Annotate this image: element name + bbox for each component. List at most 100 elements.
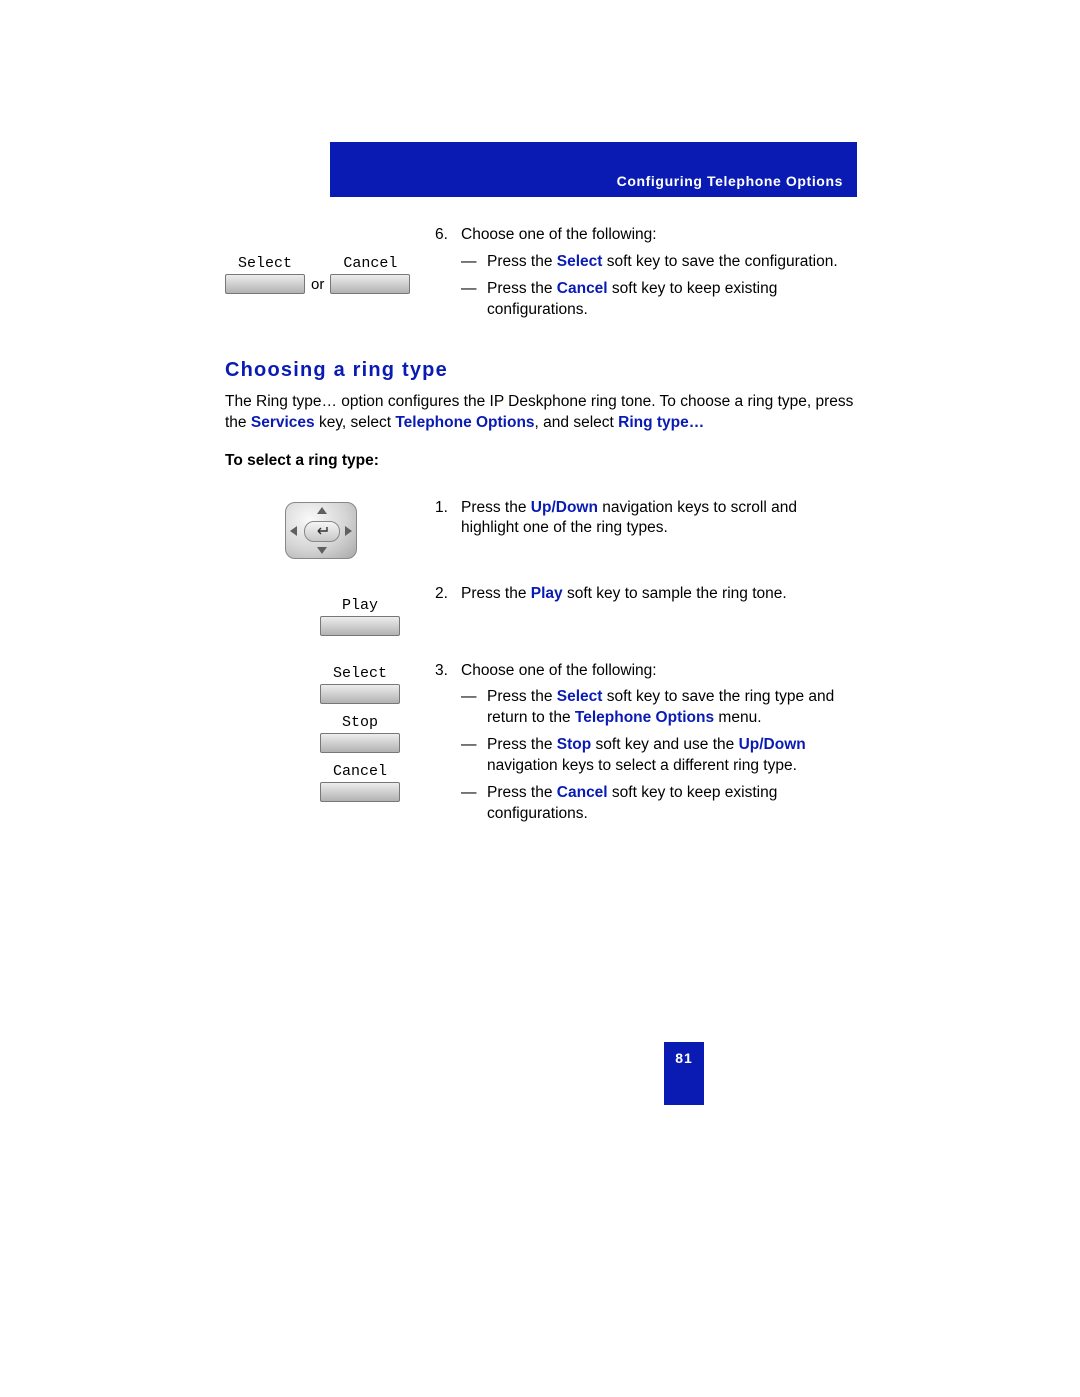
dash: — [461,279,487,321]
step-line: 2. Press the Play soft key to sample the… [435,584,857,605]
section-paragraph: The Ring type… option configures the IP … [225,392,857,434]
softkey-button-icon [320,616,400,636]
text: , and select [535,414,619,431]
softkey-stop: Stop [320,714,400,753]
step-number: 3. [435,661,461,829]
step-number: 2. [435,584,461,605]
text: menu. [714,709,761,726]
text: key, select [315,414,396,431]
sub-item: — Press the Select soft key to save the … [461,687,857,729]
enter-key-icon [304,521,340,542]
step-body: Choose one of the following: — Press the… [461,225,857,325]
page-number: 81 [664,1042,704,1105]
softkey-select: Select [320,665,400,704]
content-area: Select or Cancel 6. Choose one of the fo… [225,225,857,858]
text-column: 6. Choose one of the following: — Press … [435,225,857,329]
navigation-pad-icon [285,502,357,559]
key-stop: Stop [557,736,591,753]
key-cancel: Cancel [557,280,608,297]
sub-body: Press the Cancel soft key to keep existi… [487,783,857,825]
key-select: Select [557,688,603,705]
sub-item: — Press the Select soft key to save the … [461,252,857,273]
softkey-label: Cancel [343,255,397,272]
softkey-label: Cancel [333,763,387,780]
text-column: 1. Press the Up/Down navigation keys to … [435,498,857,559]
icon-column: Select or Cancel [225,225,435,329]
key-services: Services [251,414,315,431]
icon-column: Select Stop Cancel [225,661,435,833]
arrow-up-icon [317,507,327,514]
document-page: Configuring Telephone Options Select or … [0,0,1080,1397]
dash: — [461,252,487,273]
sub-item: — Press the Cancel soft key to keep exis… [461,783,857,825]
text: Press the [487,736,557,753]
key-telephone-options: Telephone Options [575,709,714,726]
softkey-pair: Select or Cancel [225,225,435,294]
step-row: Select or Cancel 6. Choose one of the fo… [225,225,857,329]
sub-body: Press the Select soft key to save the co… [487,252,857,273]
sub-body: Press the Select soft key to save the ri… [487,687,857,729]
key-ring-type: Ring type… [618,414,704,431]
text: navigation keys to select a different ri… [487,757,797,774]
sub-item: — Press the Stop soft key and use the Up… [461,735,857,777]
softkey-stack: Select Stop Cancel [225,661,435,802]
softkey-label: Play [342,597,378,614]
icon-column [225,498,435,559]
softkey-button-icon [320,684,400,704]
arrow-down-icon [317,547,327,554]
softkey-select: Select [225,255,305,294]
text-column: 3. Choose one of the following: — Press … [435,661,857,833]
step-line: 6. Choose one of the following: — Press … [435,225,857,325]
arrow-right-icon [345,526,352,536]
text: Press the [461,585,531,602]
text: soft key to sample the ring tone. [563,585,787,602]
header-band: Configuring Telephone Options [330,142,857,197]
key-telephone-options: Telephone Options [395,414,534,431]
softkey-cancel: Cancel [320,763,400,802]
sub-item: — Press the Cancel soft key to keep exis… [461,279,857,321]
step-intro: Choose one of the following: [461,661,857,682]
step-row: Select Stop Cancel 3. [225,661,857,833]
step-number: 1. [435,498,461,540]
key-updown: Up/Down [739,736,806,753]
subhead: To select a ring type: [225,452,857,470]
dash: — [461,783,487,825]
text: Press the [487,253,557,270]
text: Press the [461,499,531,516]
key-play: Play [531,585,563,602]
softkey-button-icon [320,782,400,802]
step-row: 1. Press the Up/Down navigation keys to … [225,498,857,559]
text: soft key to save the configuration. [602,253,837,270]
step-row: Play 2. Press the Play soft key to sampl… [225,584,857,636]
sub-body: Press the Stop soft key and use the Up/D… [487,735,857,777]
softkey-label: Select [238,255,292,272]
text: Press the [487,784,557,801]
softkey-label: Select [333,665,387,682]
softkey-play: Play [225,584,435,636]
text: Press the [487,280,557,297]
icon-column: Play [225,584,435,636]
dash: — [461,735,487,777]
header-title: Configuring Telephone Options [617,173,843,189]
softkey-button-icon [225,274,305,294]
key-cancel: Cancel [557,784,608,801]
text: Press the [487,688,557,705]
key-updown: Up/Down [531,499,598,516]
or-text: or [311,276,324,293]
step-line: 1. Press the Up/Down navigation keys to … [435,498,857,540]
step-number: 6. [435,225,461,325]
text: soft key and use the [591,736,738,753]
text-column: 2. Press the Play soft key to sample the… [435,584,857,636]
softkey-cancel: Cancel [330,255,410,294]
key-select: Select [557,253,603,270]
arrow-left-icon [290,526,297,536]
softkey-button-icon [320,733,400,753]
sub-body: Press the Cancel soft key to keep existi… [487,279,857,321]
softkey-button-icon [330,274,410,294]
section-title: Choosing a ring type [225,359,857,382]
step-body: Press the Up/Down navigation keys to scr… [461,498,857,540]
step-intro: Choose one of the following: [461,225,857,246]
softkey-label: Stop [342,714,378,731]
step-line: 3. Choose one of the following: — Press … [435,661,857,829]
step-body: Choose one of the following: — Press the… [461,661,857,829]
